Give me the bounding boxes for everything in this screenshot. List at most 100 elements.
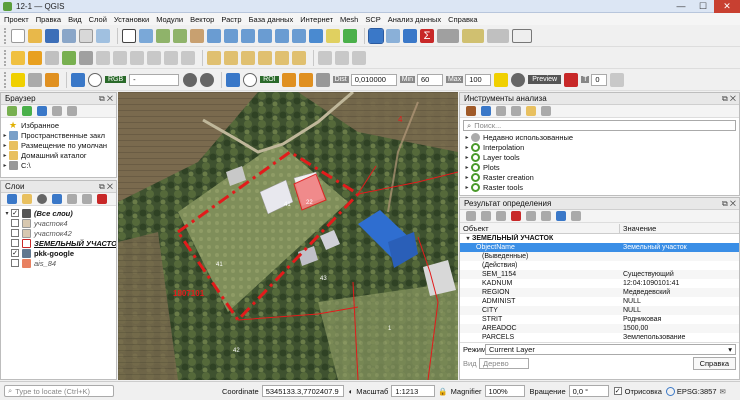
- map-canvas[interactable]: 1807101 41 41 22 42 43 1 4: [118, 92, 458, 380]
- view-select[interactable]: Дерево: [479, 357, 529, 369]
- properties-icon[interactable]: [67, 106, 77, 116]
- scp-remove-temp-icon[interactable]: [610, 72, 625, 87]
- add-feature-icon[interactable]: [62, 50, 76, 65]
- label-show-hide-icon[interactable]: [241, 50, 255, 65]
- add-selected-layers-icon[interactable]: [7, 106, 17, 116]
- maximize-button[interactable]: ☐: [692, 0, 714, 13]
- menu-project[interactable]: Проект: [4, 15, 29, 24]
- column-header-object[interactable]: Объект: [460, 223, 620, 233]
- layer-visibility-checkbox[interactable]: [11, 219, 19, 227]
- toolbar-grip[interactable]: [4, 49, 7, 66]
- identify-attribute-row[interactable]: AREADOC 1500,00: [460, 324, 739, 333]
- identify-layer-row[interactable]: ▾ ЗЕМЕЛЬНЫЙ УЧАСТОК: [460, 234, 739, 243]
- identify-attribute-row[interactable]: CITY NULL: [460, 306, 739, 315]
- toolbox-item-raster-creation[interactable]: ▸ Raster creation: [463, 172, 736, 182]
- label-rotate-icon[interactable]: [275, 50, 289, 65]
- label-pin-icon[interactable]: [224, 50, 238, 65]
- expand-new-results-icon[interactable]: [496, 211, 506, 221]
- scp-dock-icon[interactable]: [11, 72, 25, 87]
- history-icon[interactable]: [496, 106, 506, 116]
- crs-button[interactable]: EPSG:3857: [677, 387, 717, 396]
- toolbox-item-interpolation[interactable]: ▸ Interpolation: [463, 142, 736, 152]
- advanced-digitizing-icon[interactable]: [318, 50, 332, 65]
- layer-visibility-checkbox[interactable]: [11, 259, 19, 267]
- remove-layer-icon[interactable]: [97, 194, 107, 204]
- toolbox-search-input[interactable]: ⌕ Поиск...: [463, 120, 736, 131]
- help-button[interactable]: Справка: [692, 356, 736, 370]
- manage-visibility-icon[interactable]: [37, 194, 47, 204]
- scp-show-image-icon[interactable]: [88, 72, 102, 87]
- layout-manager-icon[interactable]: [96, 28, 110, 43]
- toolbar-grip[interactable]: [4, 71, 7, 88]
- new-print-layout-icon[interactable]: [79, 28, 93, 43]
- menu-view[interactable]: Вид: [68, 15, 82, 24]
- clear-results-icon[interactable]: [511, 211, 521, 221]
- identify-attribute-row[interactable]: PARCELS Землепользование: [460, 333, 739, 342]
- results-viewer-icon[interactable]: [511, 106, 521, 116]
- pan-map-icon[interactable]: [122, 28, 136, 43]
- zoom-selection-icon[interactable]: [224, 28, 238, 43]
- minimize-button[interactable]: —: [670, 0, 692, 13]
- layer-item-ais84[interactable]: ais_84: [3, 258, 116, 268]
- temporal-controller-icon[interactable]: [326, 28, 340, 43]
- zoom-rubber-icon[interactable]: [190, 28, 204, 43]
- scp-create-roi-icon[interactable]: [281, 72, 296, 87]
- layer-item-all[interactable]: ▾ ✓ (Все слои): [3, 208, 116, 218]
- select-features-icon[interactable]: [462, 28, 484, 43]
- menu-plugins[interactable]: Модули: [156, 15, 183, 24]
- open-project-icon[interactable]: [28, 28, 42, 43]
- refresh-icon[interactable]: [22, 106, 32, 116]
- browser-item-home[interactable]: ▸ Домашний каталог: [1, 150, 116, 160]
- filter-legend-icon[interactable]: [52, 194, 62, 204]
- layer-item-uchastok42[interactable]: участок42: [3, 228, 116, 238]
- toggle-editing-icon[interactable]: [28, 50, 42, 65]
- toolbar-grip[interactable]: [4, 27, 7, 44]
- save-project-icon[interactable]: [45, 28, 59, 43]
- identify-attribute-row[interactable]: (Действия): [460, 261, 739, 270]
- zoom-native-icon[interactable]: [258, 28, 272, 43]
- menu-layer[interactable]: Слой: [89, 15, 107, 24]
- layer-visibility-checkbox[interactable]: ✓: [11, 249, 19, 257]
- panel-close-icon[interactable]: ⧉ ✕: [722, 199, 736, 209]
- label-toolbar-icon[interactable]: [207, 50, 221, 65]
- magnifier-field[interactable]: 100%: [484, 385, 525, 397]
- menu-settings[interactable]: Установки: [114, 15, 149, 24]
- zoom-next-icon[interactable]: [292, 28, 306, 43]
- label-move-icon[interactable]: [258, 50, 272, 65]
- scp-local-stretch-icon[interactable]: [200, 72, 215, 87]
- scp-zoom-temp-roi-icon[interactable]: [226, 72, 241, 87]
- identify-mode-icon[interactable]: [556, 211, 566, 221]
- zoom-last-icon[interactable]: [275, 28, 289, 43]
- delete-selected-icon[interactable]: [96, 50, 110, 65]
- menu-database[interactable]: База данных: [249, 15, 294, 24]
- browser-item-bookmarks[interactable]: ▸ Пространственные закл: [1, 130, 116, 140]
- collapse-all-icon[interactable]: [82, 194, 92, 204]
- collapse-tree-icon[interactable]: [481, 211, 491, 221]
- mode-select[interactable]: Current Layer ▾: [485, 344, 736, 355]
- scp-local-cumulative-icon[interactable]: [183, 72, 198, 87]
- scale-field[interactable]: 1:1213: [391, 385, 436, 397]
- refresh-icon[interactable]: [343, 28, 357, 43]
- coordinate-field[interactable]: 5345133.3,7702407.9: [261, 385, 344, 397]
- label-change-icon[interactable]: [292, 50, 306, 65]
- t-field[interactable]: 0: [591, 73, 608, 86]
- layer-visibility-checkbox[interactable]: [11, 229, 19, 237]
- paste-features-icon[interactable]: [147, 50, 161, 65]
- pan-to-selection-icon[interactable]: [139, 28, 153, 43]
- browser-item-default-location[interactable]: ▸ Размещение по умолчан: [1, 140, 116, 150]
- identify-attribute-row[interactable]: STRIT Родниковая: [460, 315, 739, 324]
- dist-field[interactable]: 0,010000: [350, 73, 397, 86]
- menu-help[interactable]: Справка: [448, 15, 477, 24]
- collapse-all-icon[interactable]: [52, 106, 62, 116]
- expand-tree-icon[interactable]: [466, 211, 476, 221]
- browser-item-drive[interactable]: ▸ C:\: [1, 160, 116, 170]
- scp-redo-preview-icon[interactable]: [564, 72, 579, 87]
- map-tips-icon[interactable]: [487, 28, 509, 43]
- scp-band-set-icon[interactable]: [45, 72, 59, 87]
- settings-icon[interactable]: [571, 211, 581, 221]
- identify-attribute-row[interactable]: REGION Медведевский: [460, 288, 739, 297]
- menu-processing[interactable]: Анализ данных: [388, 15, 441, 24]
- models-icon[interactable]: [466, 106, 476, 116]
- scripts-icon[interactable]: [481, 106, 491, 116]
- scp-redo-roi-icon[interactable]: [315, 72, 330, 87]
